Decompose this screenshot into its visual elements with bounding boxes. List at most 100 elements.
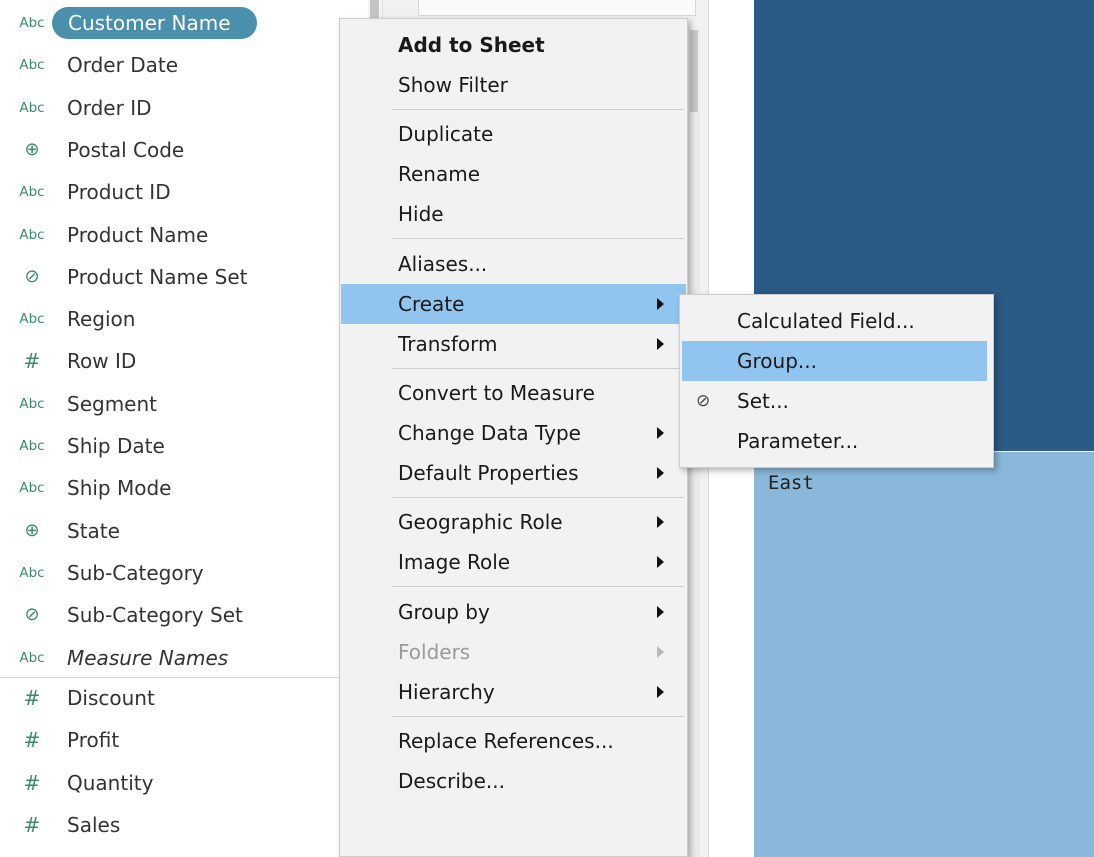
menu-item-add-to-sheet[interactable]: Add to Sheet — [341, 25, 686, 65]
menu-item-describe[interactable]: Describe... — [341, 761, 686, 801]
field-label: Sales — [67, 812, 121, 837]
field-ship-mode[interactable]: Abc Ship Mode — [0, 467, 368, 509]
abc-string-icon: Abc — [19, 438, 45, 454]
abc-string-icon: Abc — [19, 57, 45, 74]
menu-item-aliases[interactable]: Aliases... — [341, 244, 686, 284]
menu-item-rename[interactable]: Rename — [341, 154, 686, 194]
menu-item-label: Describe... — [398, 768, 505, 793]
submenu-item-label: Group... — [737, 349, 817, 373]
submenu-arrow-icon — [657, 516, 664, 529]
menu-separator — [392, 238, 684, 240]
abc-string-icon: Abc — [19, 226, 45, 243]
field-label: Order ID — [67, 95, 152, 120]
menu-item-hide[interactable]: Hide — [341, 194, 686, 234]
field-label: Segment — [67, 391, 157, 416]
menu-item-group-by[interactable]: Group by — [341, 592, 686, 632]
menu-item-replace-references[interactable]: Replace References... — [341, 721, 686, 761]
globe-icon: ⊕ — [24, 519, 40, 541]
set-icon: ⊘ — [24, 604, 40, 626]
field-ship-date[interactable]: Abc Ship Date — [0, 425, 368, 467]
field-label: Region — [67, 307, 136, 332]
field-label: Product Name Set — [67, 264, 248, 289]
field-profit[interactable]: # Profit — [0, 719, 368, 761]
menu-item-transform[interactable]: Transform — [341, 324, 686, 364]
menu-separator — [392, 496, 684, 498]
submenu-arrow-icon — [657, 556, 664, 569]
field-label: Sub-Category Set — [67, 603, 243, 628]
submenu-item-calculated-field[interactable]: Calculated Field... — [682, 301, 987, 341]
abc-string-icon: Abc — [19, 15, 45, 31]
menu-item-create[interactable]: Create — [341, 283, 686, 324]
menu-item-image-role[interactable]: Image Role — [341, 542, 686, 582]
number-icon: # — [23, 812, 41, 837]
field-state[interactable]: ⊕ State — [0, 510, 368, 552]
field-label: Quantity — [67, 770, 154, 795]
set-icon: ⊘ — [696, 391, 711, 411]
field-label: Discount — [67, 686, 155, 710]
menu-item-change-data-type[interactable]: Change Data Type — [341, 413, 686, 453]
submenu-item-label: Parameter... — [737, 429, 859, 453]
number-icon: # — [23, 728, 41, 753]
field-label: Row ID — [67, 349, 137, 374]
menu-item-convert-to-measure[interactable]: Convert to Measure — [341, 373, 686, 413]
abc-string-icon: Abc — [19, 311, 45, 328]
menu-item-duplicate[interactable]: Duplicate — [341, 114, 686, 154]
menu-item-show-filter[interactable]: Show Filter — [341, 65, 686, 105]
field-label: Sub-Category — [67, 560, 204, 585]
submenu-arrow-icon — [657, 297, 664, 310]
field-measure-names[interactable]: Abc Measure Names — [0, 637, 368, 679]
field-sub-category[interactable]: Abc Sub-Category — [0, 552, 368, 594]
submenu-item-set[interactable]: ⊘ Set... — [682, 381, 987, 421]
menu-item-label: Hierarchy — [398, 679, 495, 704]
field-order-date[interactable]: Abc Order Date — [0, 44, 368, 86]
field-product-name-set[interactable]: ⊘ Product Name Set — [0, 256, 368, 298]
submenu-item-label: Calculated Field... — [737, 309, 915, 333]
field-order-id[interactable]: Abc Order ID — [0, 87, 368, 129]
treemap-region-east[interactable] — [754, 451, 1094, 857]
menu-item-label: Create — [398, 291, 465, 316]
menu-item-label: Geographic Role — [398, 510, 563, 535]
submenu-item-label: Set... — [737, 389, 789, 413]
field-label: Product Name — [67, 222, 209, 247]
menu-item-label: Replace References... — [398, 728, 614, 753]
menu-item-label: Transform — [398, 331, 498, 356]
field-segment[interactable]: Abc Segment — [0, 383, 368, 425]
field-customer-name[interactable]: Abc Customer Name — [0, 2, 368, 44]
shelf-scroll-thumb[interactable] — [690, 30, 698, 112]
menu-separator — [392, 109, 684, 110]
menu-separator — [392, 367, 684, 369]
field-product-name[interactable]: Abc Product Name — [0, 214, 368, 256]
field-row-id[interactable]: # Row ID — [0, 340, 368, 382]
field-sub-category-set[interactable]: ⊘ Sub-Category Set — [0, 594, 368, 636]
menu-separator — [392, 586, 684, 588]
field-label: Product ID — [67, 180, 171, 205]
field-quantity[interactable]: # Quantity — [0, 762, 368, 804]
field-sales[interactable]: # Sales — [0, 804, 368, 846]
menu-item-hierarchy[interactable]: Hierarchy — [341, 672, 686, 712]
menu-item-geographic-role[interactable]: Geographic Role — [341, 502, 686, 542]
menu-item-label: Show Filter — [398, 73, 508, 97]
abc-string-icon: Abc — [19, 649, 45, 666]
submenu-arrow-icon — [657, 466, 664, 479]
submenu-arrow-icon — [657, 645, 664, 658]
field-product-id[interactable]: Abc Product ID — [0, 171, 368, 213]
field-label: Ship Date — [67, 434, 165, 458]
menu-item-label: Rename — [398, 162, 481, 187]
field-postal-code[interactable]: ⊕ Postal Code — [0, 129, 368, 171]
globe-icon: ⊕ — [24, 138, 40, 160]
submenu-item-parameter[interactable]: Parameter... — [682, 421, 987, 461]
field-list-scroll-thumb[interactable] — [370, 0, 379, 20]
create-submenu: Calculated Field... Group... ⊘ Set... Parame… — [679, 294, 994, 468]
field-discount[interactable]: # Discount — [0, 677, 368, 719]
field-label: Customer Name — [52, 7, 257, 39]
submenu-arrow-icon — [657, 337, 664, 350]
field-region[interactable]: Abc Region — [0, 298, 368, 340]
menu-item-label: Folders — [398, 639, 471, 664]
submenu-item-group[interactable]: Group... — [682, 341, 987, 381]
abc-string-icon: Abc — [19, 99, 45, 116]
shelf-box[interactable] — [418, 0, 696, 16]
field-label: Measure Names — [67, 645, 229, 670]
menu-item-default-properties[interactable]: Default Properties — [341, 453, 686, 493]
abc-string-icon: Abc — [19, 184, 45, 201]
submenu-arrow-icon — [657, 685, 664, 698]
